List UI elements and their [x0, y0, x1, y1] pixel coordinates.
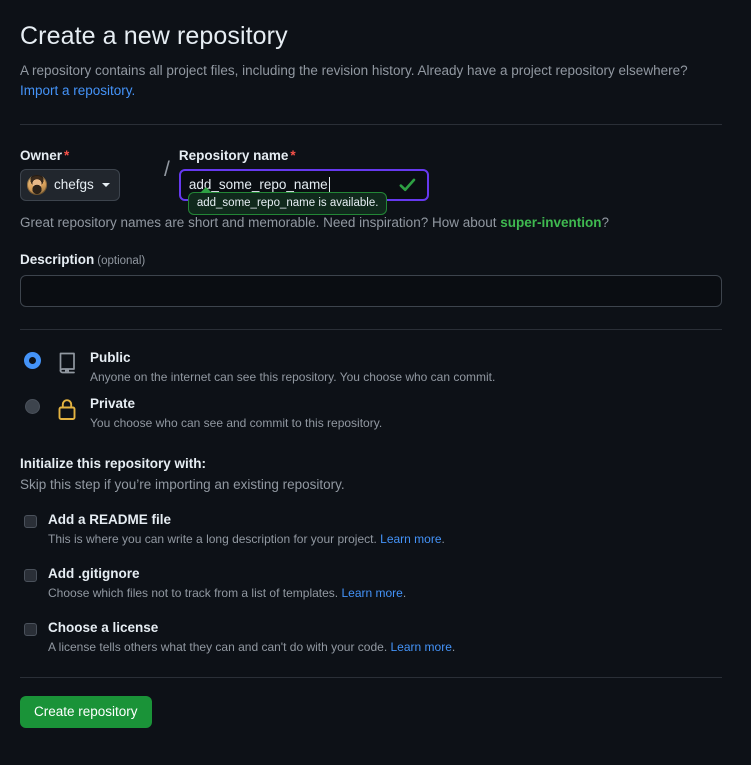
create-repository-button[interactable]: Create repository — [20, 695, 152, 728]
initialize-heading: Initialize this repository with: — [20, 455, 207, 471]
description-input[interactable] — [20, 274, 722, 307]
divider-bottom — [20, 676, 722, 678]
owner-required-asterisk: * — [64, 147, 70, 163]
hint-prefix: Great repository names are short and mem… — [20, 214, 501, 230]
init-gitignore-title: Add .gitignore — [48, 565, 140, 581]
visibility-public-desc: Anyone on the internet can see this repo… — [90, 369, 496, 384]
init-readme-desc-end: . — [441, 531, 445, 546]
owner-label: Owner * — [20, 148, 160, 163]
readme-learn-more-link[interactable]: Learn more — [380, 532, 441, 546]
description-label: Description (optional) — [20, 252, 722, 267]
visibility-public-text: Public Anyone on the internet can see th… — [90, 349, 495, 384]
page-description-text: A repository contains all project files,… — [20, 63, 688, 78]
license-learn-more-link[interactable]: Learn more — [391, 640, 452, 654]
init-license-desc-text: A license tells others what they can and… — [48, 639, 391, 654]
init-license-desc: A license tells others what they can and… — [48, 640, 722, 654]
check-icon — [398, 175, 417, 194]
owner-dropdown[interactable]: chefgs — [20, 168, 120, 201]
init-readme-title: Add a README file — [48, 511, 172, 527]
user-avatar-photo-icon — [27, 174, 47, 195]
radio-private[interactable] — [25, 398, 40, 414]
text-cursor — [328, 176, 330, 193]
gitignore-learn-more-link[interactable]: Learn more — [341, 586, 402, 600]
hint-suffix: ? — [601, 214, 610, 230]
owner-name-label: chefgs — [54, 177, 94, 192]
radio-public[interactable] — [25, 352, 40, 368]
init-readme-desc-text: This is where you can write a long descr… — [48, 531, 381, 546]
lock-icon — [54, 396, 80, 422]
create-repository-page: Create a new repository A repository con… — [0, 0, 751, 765]
suggested-name[interactable]: super-invention — [500, 215, 601, 230]
owner-field: Owner * chefgs — [20, 148, 160, 201]
init-option-readme[interactable]: Add a README file — [20, 512, 722, 528]
checkbox-license[interactable] — [24, 622, 37, 636]
name-availability-tooltip: add_some_repo_name is available. — [187, 186, 388, 215]
visibility-private-desc: You choose who can see and commit to thi… — [90, 415, 383, 430]
init-readme-desc: This is where you can write a long descr… — [48, 532, 722, 546]
page-title: Create a new repository — [20, 22, 288, 50]
import-repository-link[interactable]: Import a repository. — [20, 83, 135, 98]
repository-name-label: Repository name * — [179, 148, 429, 163]
checkbox-gitignore[interactable] — [24, 568, 37, 582]
description-optional-tag: (optional) — [97, 254, 146, 267]
repository-name-hint: Great repository names are short and mem… — [20, 215, 722, 230]
visibility-option-private[interactable]: Private You choose who can see and commi… — [20, 395, 722, 430]
init-gitignore-desc-end: . — [402, 585, 407, 600]
visibility-private-text: Private You choose who can see and commi… — [90, 395, 382, 430]
repo-icon — [54, 350, 80, 376]
visibility-public-title: Public — [90, 349, 131, 365]
init-gitignore-desc-text: Choose which files not to track from a l… — [48, 585, 342, 600]
description-label-text: Description — [20, 251, 95, 267]
visibility-private-title: Private — [90, 395, 136, 411]
init-gitignore-desc: Choose which files not to track from a l… — [48, 586, 722, 600]
checkbox-readme[interactable] — [24, 514, 37, 528]
repository-name-label-text: Repository name — [178, 147, 289, 163]
owner-label-text: Owner — [20, 147, 63, 163]
divider-top — [20, 123, 722, 125]
divider-middle — [20, 328, 722, 330]
visibility-options: Public Anyone on the internet can see th… — [20, 349, 722, 430]
init-option-gitignore[interactable]: Add .gitignore — [20, 566, 722, 582]
caret-down-icon — [101, 182, 110, 187]
page-description: A repository contains all project files,… — [20, 61, 722, 102]
init-option-license[interactable]: Choose a license — [20, 620, 722, 636]
repository-name-field: Repository name * add_some_repo_name add_… — [178, 148, 429, 215]
initialize-subheading: Skip this step if you’re importing an ex… — [20, 476, 345, 492]
owner-name-separator: / — [164, 157, 170, 181]
init-license-title: Choose a license — [48, 619, 159, 635]
visibility-option-public[interactable]: Public Anyone on the internet can see th… — [20, 349, 722, 384]
owner-and-name-row: Owner * chefgs / Repository name * add_som… — [20, 148, 722, 215]
init-license-desc-end: . — [451, 639, 456, 654]
repository-name-required-asterisk: * — [290, 147, 296, 163]
